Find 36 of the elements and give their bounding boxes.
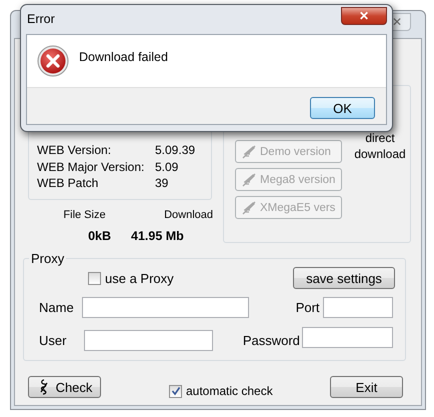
info-label: WEB Version: — [37, 142, 112, 158]
dialog-title: Error — [27, 12, 55, 26]
save-settings-button[interactable]: save settings — [293, 267, 395, 289]
input-field[interactable] — [84, 330, 213, 351]
feather-icon — [241, 200, 257, 216]
field-label: Password — [242, 333, 301, 348]
exit-button[interactable]: Exit — [330, 376, 403, 398]
info-value: 5.09 — [155, 158, 178, 175]
info-value: 5.09.39 — [155, 142, 196, 158]
input-field[interactable] — [323, 297, 393, 318]
close-button[interactable]: ✕ — [341, 7, 387, 25]
info-label: WEB Patch — [37, 175, 100, 192]
input-field[interactable] — [302, 327, 393, 348]
download-value: 41.95 Mb — [130, 229, 185, 243]
checkbox-label[interactable]: automatic check — [186, 384, 273, 398]
error-message: Download failed — [79, 50, 168, 64]
ok-button[interactable]: OK — [310, 97, 375, 119]
group-title: Proxy — [29, 251, 66, 266]
checkmark-icon — [170, 386, 180, 396]
direct-download-label: direct download — [353, 130, 407, 163]
check-button[interactable]: Check — [28, 376, 101, 398]
checkbox[interactable] — [88, 272, 101, 284]
field-label: Name — [38, 300, 75, 315]
size-label: File Size — [62, 209, 107, 221]
download-label: Download — [163, 209, 213, 221]
field-label: User — [38, 333, 68, 348]
error-icon — [37, 45, 69, 77]
info-label: WEB Major Version: — [37, 158, 146, 175]
feather-icon — [241, 144, 257, 160]
field-label: Port — [294, 300, 321, 315]
checkbox-label[interactable]: use a Proxy — [105, 270, 174, 286]
feather-icon — [241, 172, 257, 188]
input-field[interactable] — [82, 297, 249, 318]
checkbox[interactable] — [169, 384, 182, 398]
info-value: 39 — [155, 175, 168, 192]
size-value: 0kB — [87, 229, 112, 243]
